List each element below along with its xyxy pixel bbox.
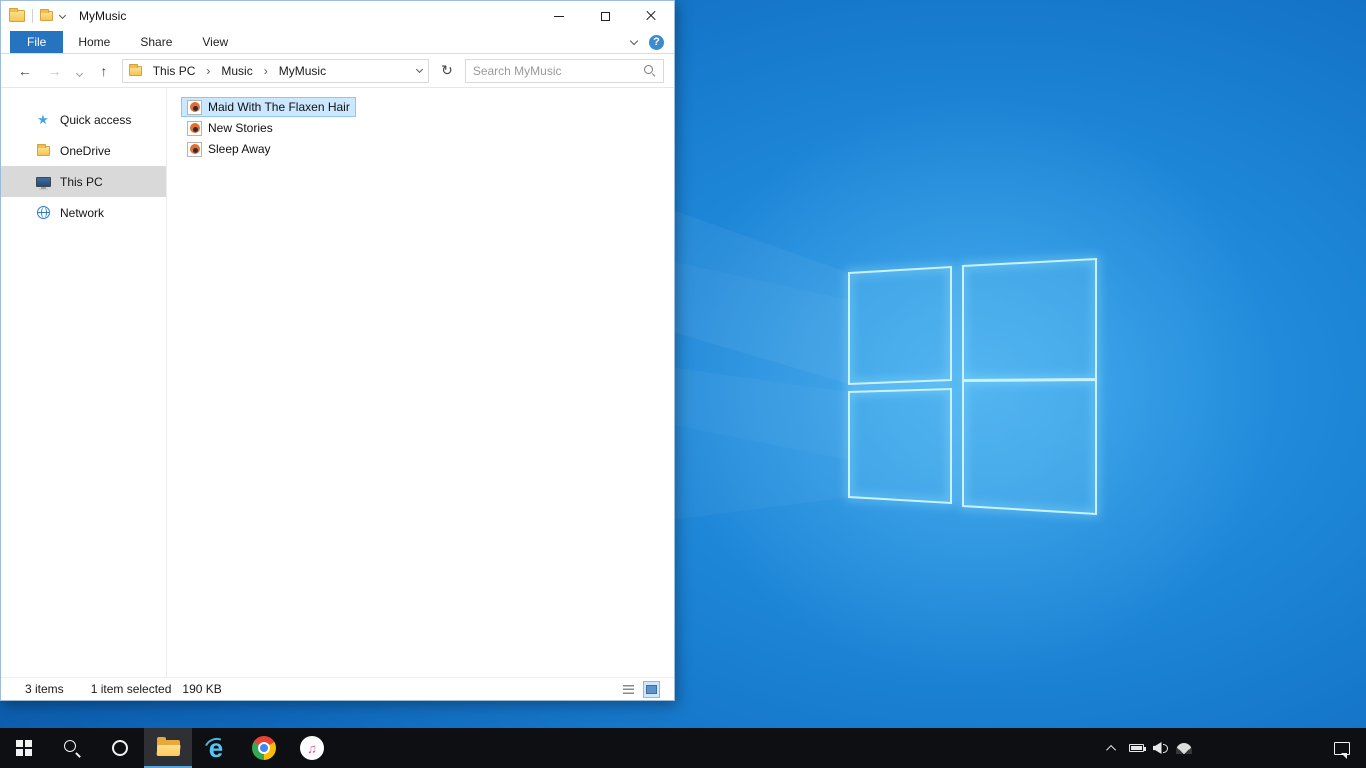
volume-button[interactable] [1148, 728, 1172, 768]
file-explorer-icon [156, 737, 180, 756]
titlebar[interactable]: MyMusic [1, 1, 674, 31]
sidebar-item-this-pc[interactable]: This PC [1, 166, 166, 197]
ribbon-tab-bar: File Home Share View ? [1, 31, 674, 54]
sidebar-item-label: Quick access [60, 112, 132, 127]
file-name: New Stories [208, 121, 273, 135]
start-button[interactable] [0, 728, 48, 768]
help-icon[interactable]: ? [649, 34, 664, 50]
tab-view[interactable]: View [187, 31, 243, 53]
file-list[interactable]: Maid With The Flaxen Hair New Stories Sl… [167, 88, 674, 677]
details-view-button[interactable] [620, 681, 637, 698]
audio-file-icon [187, 99, 202, 115]
taskbar-itunes-button[interactable]: ♫ [288, 728, 336, 768]
large-icons-view-icon [646, 684, 657, 694]
onedrive-folder-icon [35, 143, 51, 156]
address-bar-row: ← → ↑ This PC Music MyMusic ↻ [1, 54, 674, 88]
close-button[interactable] [628, 1, 674, 31]
forward-button[interactable]: → [43, 63, 67, 79]
windows-logo-icon [16, 740, 32, 756]
breadcrumb-separator-icon[interactable] [206, 64, 210, 78]
expand-ribbon-icon[interactable] [629, 36, 639, 45]
titlebar-divider [32, 9, 33, 23]
sidebar-item-network[interactable]: Network [1, 197, 166, 228]
taskbar: e ♫ [0, 728, 1366, 768]
titlebar-divider [56, 9, 57, 23]
battery-button[interactable] [1124, 728, 1148, 768]
maximize-button[interactable] [582, 1, 628, 31]
file-explorer-window: MyMusic File Home Share View ? ← → ↑ Thi… [0, 0, 675, 701]
minimize-button[interactable] [536, 1, 582, 31]
taskbar-file-explorer-button[interactable] [144, 728, 192, 768]
taskbar-internet-explorer-button[interactable]: e [192, 728, 240, 768]
refresh-button[interactable]: ↻ [435, 62, 459, 79]
back-button[interactable]: ← [13, 63, 37, 79]
tab-file[interactable]: File [10, 31, 64, 53]
search-icon[interactable] [643, 64, 656, 77]
speaker-icon [1152, 742, 1168, 754]
app-folder-icon [9, 8, 25, 22]
action-center-button[interactable] [1318, 728, 1366, 768]
breadcrumb-separator-icon[interactable] [264, 64, 268, 78]
search-icon [63, 739, 81, 757]
file-item[interactable]: Maid With The Flaxen Hair [181, 97, 356, 117]
breadcrumb-mymusic[interactable]: MyMusic [274, 62, 331, 80]
network-button[interactable] [1172, 728, 1196, 768]
sidebar-item-onedrive[interactable]: OneDrive [1, 135, 166, 166]
location-folder-icon [128, 63, 142, 76]
quick-access-toolbar-icon[interactable] [40, 9, 53, 21]
computer-icon [35, 176, 51, 189]
selection-count: 1 item selected [90, 682, 172, 696]
window-title: MyMusic [79, 9, 127, 23]
audio-file-icon [187, 141, 202, 157]
status-bar: 3 items 1 item selected 190 KB [1, 677, 674, 700]
itunes-icon: ♫ [300, 736, 324, 760]
file-name: Sleep Away [208, 142, 271, 156]
breadcrumb-this-pc[interactable]: This PC [148, 62, 201, 80]
cortana-button[interactable] [96, 728, 144, 768]
chevron-up-icon [1105, 744, 1116, 755]
items-count: 3 items [25, 682, 64, 696]
system-tray [1100, 728, 1196, 768]
tab-home[interactable]: Home [63, 31, 125, 53]
file-item[interactable]: New Stories [181, 118, 279, 138]
navigation-pane: ★ Quick access OneDrive This PC Network [1, 88, 167, 677]
up-button[interactable]: ↑ [92, 63, 116, 79]
file-item[interactable]: Sleep Away [181, 139, 277, 159]
address-bar[interactable]: This PC Music MyMusic [121, 58, 430, 83]
internet-explorer-icon: e [208, 733, 224, 763]
taskbar-chrome-button[interactable] [240, 728, 288, 768]
search-box [464, 58, 665, 83]
sidebar-item-label: This PC [60, 174, 103, 189]
chrome-icon [252, 736, 276, 760]
sidebar-item-label: OneDrive [60, 143, 111, 158]
customize-quick-access-toolbar-icon[interactable] [58, 11, 67, 19]
sidebar-item-quick-access[interactable]: ★ Quick access [1, 104, 166, 135]
tab-share[interactable]: Share [125, 31, 187, 53]
taskbar-search-button[interactable] [48, 728, 96, 768]
large-icons-view-button[interactable] [643, 680, 660, 698]
minimize-icon [554, 15, 564, 17]
show-hidden-icons-button[interactable] [1100, 728, 1124, 768]
cortana-icon [112, 740, 128, 756]
star-icon: ★ [37, 111, 49, 127]
close-icon [645, 10, 657, 22]
address-dropdown-icon[interactable] [416, 65, 424, 73]
file-name: Maid With The Flaxen Hair [208, 100, 350, 114]
audio-file-icon [187, 120, 202, 136]
maximize-icon [600, 11, 610, 21]
breadcrumb-music[interactable]: Music [216, 62, 257, 80]
recent-locations-icon[interactable] [72, 63, 86, 79]
selection-size: 190 KB [182, 682, 222, 696]
wifi-icon [1176, 742, 1192, 754]
search-input[interactable] [472, 63, 639, 78]
details-view-icon [623, 684, 634, 694]
sidebar-item-label: Network [60, 205, 105, 220]
battery-icon [1128, 744, 1146, 752]
network-icon [35, 206, 51, 219]
action-center-icon [1334, 741, 1350, 759]
